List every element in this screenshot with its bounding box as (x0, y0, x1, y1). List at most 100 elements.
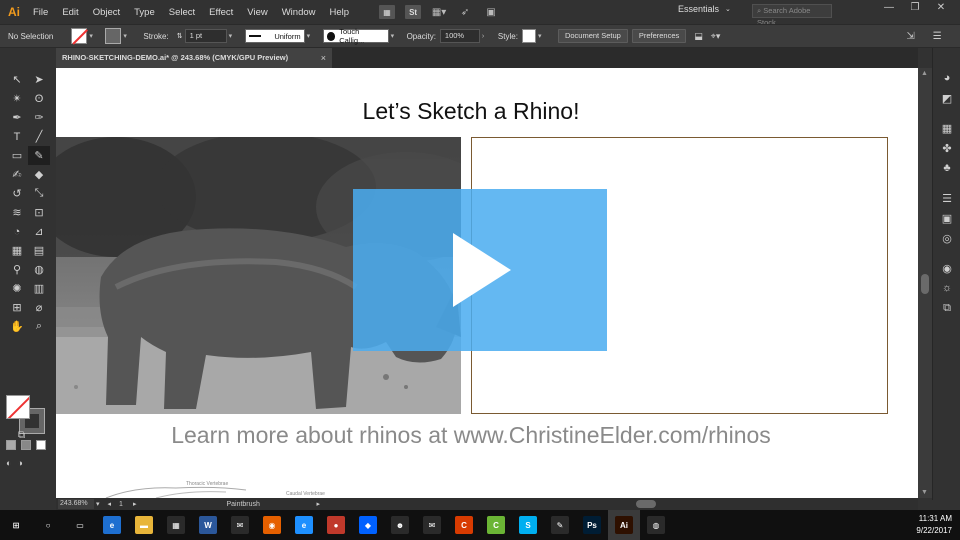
swatches-panel-icon[interactable]: ▦ (939, 120, 955, 136)
minimize-icon[interactable]: — (876, 2, 902, 13)
opacity-control[interactable]: 100% › (439, 29, 490, 43)
taskbar-camtasia[interactable]: C (480, 510, 512, 540)
brush-definition[interactable]: Touch Callig... ▾ (322, 27, 399, 45)
chevron-down-icon[interactable]: ▾ (307, 32, 315, 40)
layers-panel-icon[interactable]: ⧉ (939, 300, 955, 316)
arrange-documents-icon[interactable]: ▦▾ (431, 5, 447, 19)
status-arrow-icon[interactable]: ▸ (316, 500, 320, 508)
shape-builder-tool-icon[interactable]: ◔ (6, 222, 28, 241)
taskbar-chrome[interactable]: ◍ (640, 510, 672, 540)
video-play-button[interactable] (353, 189, 607, 351)
arrange-icon[interactable]: ⬓ (694, 31, 703, 42)
artboard-tool-icon[interactable]: ⊞ (6, 298, 28, 317)
preferences-label[interactable]: Preferences (631, 29, 687, 43)
rotate-tool-icon[interactable]: ↺ (6, 184, 28, 203)
panel-menu-icon[interactable]: ☰ (933, 31, 942, 42)
artboard-prev-icon[interactable]: ◂ (108, 500, 112, 508)
symbols-panel-icon[interactable]: ♣ (939, 160, 955, 176)
taskbar-internet-explorer[interactable]: e (288, 510, 320, 540)
brush-preview[interactable]: Touch Callig... (322, 27, 389, 45)
bridge-icon[interactable]: ▦ (379, 5, 396, 19)
stock-icon[interactable]: St (405, 5, 422, 19)
quick-actions-icon[interactable]: ⇲ (906, 31, 914, 42)
column-graph-tool-icon[interactable]: ▥ (28, 279, 50, 298)
brushes-panel-icon[interactable]: ✤ (939, 140, 955, 156)
menu-edit[interactable]: Edit (62, 7, 78, 18)
stroke-profile-preview[interactable]: Uniform (244, 29, 305, 43)
chevron-down-icon[interactable]: ▾ (538, 32, 546, 40)
taskbar-dropbox[interactable]: ◆ (352, 510, 384, 540)
fill-none-swatch[interactable] (71, 28, 88, 44)
hand-tool-icon[interactable]: ✋ (6, 317, 28, 336)
taskbar-screen-recorder[interactable]: ● (320, 510, 352, 540)
style-control[interactable]: ▾ (521, 29, 546, 43)
transparency-panel-icon[interactable]: ◎ (939, 230, 955, 246)
menu-type[interactable]: Type (134, 7, 155, 18)
menu-object[interactable]: Object (93, 7, 120, 18)
document-setup-button[interactable]: Document Setup (557, 29, 628, 43)
width-tool-icon[interactable]: ≋ (6, 203, 28, 222)
chevron-down-icon[interactable]: ▾ (96, 500, 100, 508)
perspective-grid-tool-icon[interactable]: ⊿ (28, 222, 50, 241)
gradient-mode-icon[interactable] (21, 440, 31, 450)
taskbar-office[interactable]: C (448, 510, 480, 540)
menu-view[interactable]: View (247, 7, 267, 18)
close-icon[interactable]: × (321, 48, 326, 68)
gpu-rocket-icon[interactable]: ➶ (457, 5, 473, 19)
stock-search-input[interactable]: ⌕ Search Adobe Stock (752, 4, 832, 27)
vertical-scroll-thumb[interactable] (921, 274, 929, 294)
scroll-up-icon[interactable]: ▲ (921, 70, 928, 77)
type-tool-icon[interactable]: T (6, 127, 28, 146)
taskbar-edge[interactable]: e (96, 510, 128, 540)
gradient-panel-icon[interactable]: ▣ (939, 210, 955, 226)
zoom-field[interactable]: 243.68% (58, 499, 94, 509)
taskbar-task-view[interactable]: ▭ (64, 510, 96, 540)
zoom-tool-icon[interactable]: ⌕ (28, 317, 50, 336)
stroke-color-control[interactable]: ▾ (105, 28, 131, 44)
curvature-tool-icon[interactable]: ✑ (28, 108, 50, 127)
mesh-tool-icon[interactable]: ▦ (6, 241, 28, 260)
taskbar-illustrator[interactable]: Ai (608, 510, 640, 540)
menu-select[interactable]: Select (169, 7, 195, 18)
draw-behind-icon[interactable]: ◑ (17, 458, 22, 468)
menu-help[interactable]: Help (330, 7, 350, 18)
taskbar-photoshop[interactable]: Ps (576, 510, 608, 540)
stepper-arrows-icon[interactable]: ⇅ (177, 32, 183, 40)
screen-mode-icon[interactable]: ⧉ (18, 430, 25, 441)
taskbar-pen-app[interactable]: ✎ (544, 510, 576, 540)
stroke-swatch[interactable] (105, 28, 122, 44)
gradient-tool-icon[interactable]: ▤ (28, 241, 50, 260)
lasso-tool-icon[interactable]: ʘ (28, 89, 50, 108)
chevron-right-icon[interactable]: › (482, 33, 490, 40)
shaper-tool-icon[interactable]: ✍ (6, 165, 28, 184)
selection-tool-icon[interactable]: ↖ (6, 70, 28, 89)
chevron-down-icon[interactable]: ▾ (89, 32, 97, 40)
chevron-down-icon[interactable]: ▾ (123, 32, 131, 40)
taskbar-skype[interactable]: S (512, 510, 544, 540)
appearance-panel-icon[interactable]: ◉ (939, 260, 955, 276)
taskbar-mail[interactable]: ✉ (416, 510, 448, 540)
fill-stroke-widget[interactable] (6, 395, 46, 435)
stroke-weight-field[interactable]: 1 pt (184, 29, 227, 43)
blend-tool-icon[interactable]: ◍ (28, 260, 50, 279)
color-guide-icon[interactable]: ◩ (939, 90, 955, 106)
taskbar-word[interactable]: W (192, 510, 224, 540)
menu-file[interactable]: File (33, 7, 48, 18)
document-tab[interactable]: RHINO-SKETCHING-DEMO.ai* @ 243.68% (CMYK… (56, 48, 332, 68)
none-mode-icon[interactable] (36, 440, 46, 450)
artboard-number[interactable]: 1 (119, 501, 123, 508)
taskbar-file-explorer[interactable]: ▬ (128, 510, 160, 540)
graphic-styles-panel-icon[interactable]: ☼ (939, 280, 955, 296)
stroke-panel-icon[interactable]: ☰ (939, 190, 955, 206)
rectangle-tool-icon[interactable]: ▭ (6, 146, 28, 165)
fill-control[interactable]: ▾ (71, 28, 97, 44)
vertical-scrollbar[interactable]: ▲ ▼ (918, 68, 932, 498)
document-setup-label[interactable]: Document Setup (557, 29, 628, 43)
horizontal-scroll-thumb[interactable] (636, 500, 656, 508)
taskbar-store[interactable]: ▦ (160, 510, 192, 540)
direct-selection-tool-icon[interactable]: ➤ (28, 70, 50, 89)
close-icon[interactable]: ✕ (928, 2, 954, 13)
chevron-down-icon[interactable]: ▾ (391, 32, 399, 40)
fill-color-box[interactable] (6, 395, 30, 419)
horizontal-scrollbar[interactable] (526, 500, 916, 508)
